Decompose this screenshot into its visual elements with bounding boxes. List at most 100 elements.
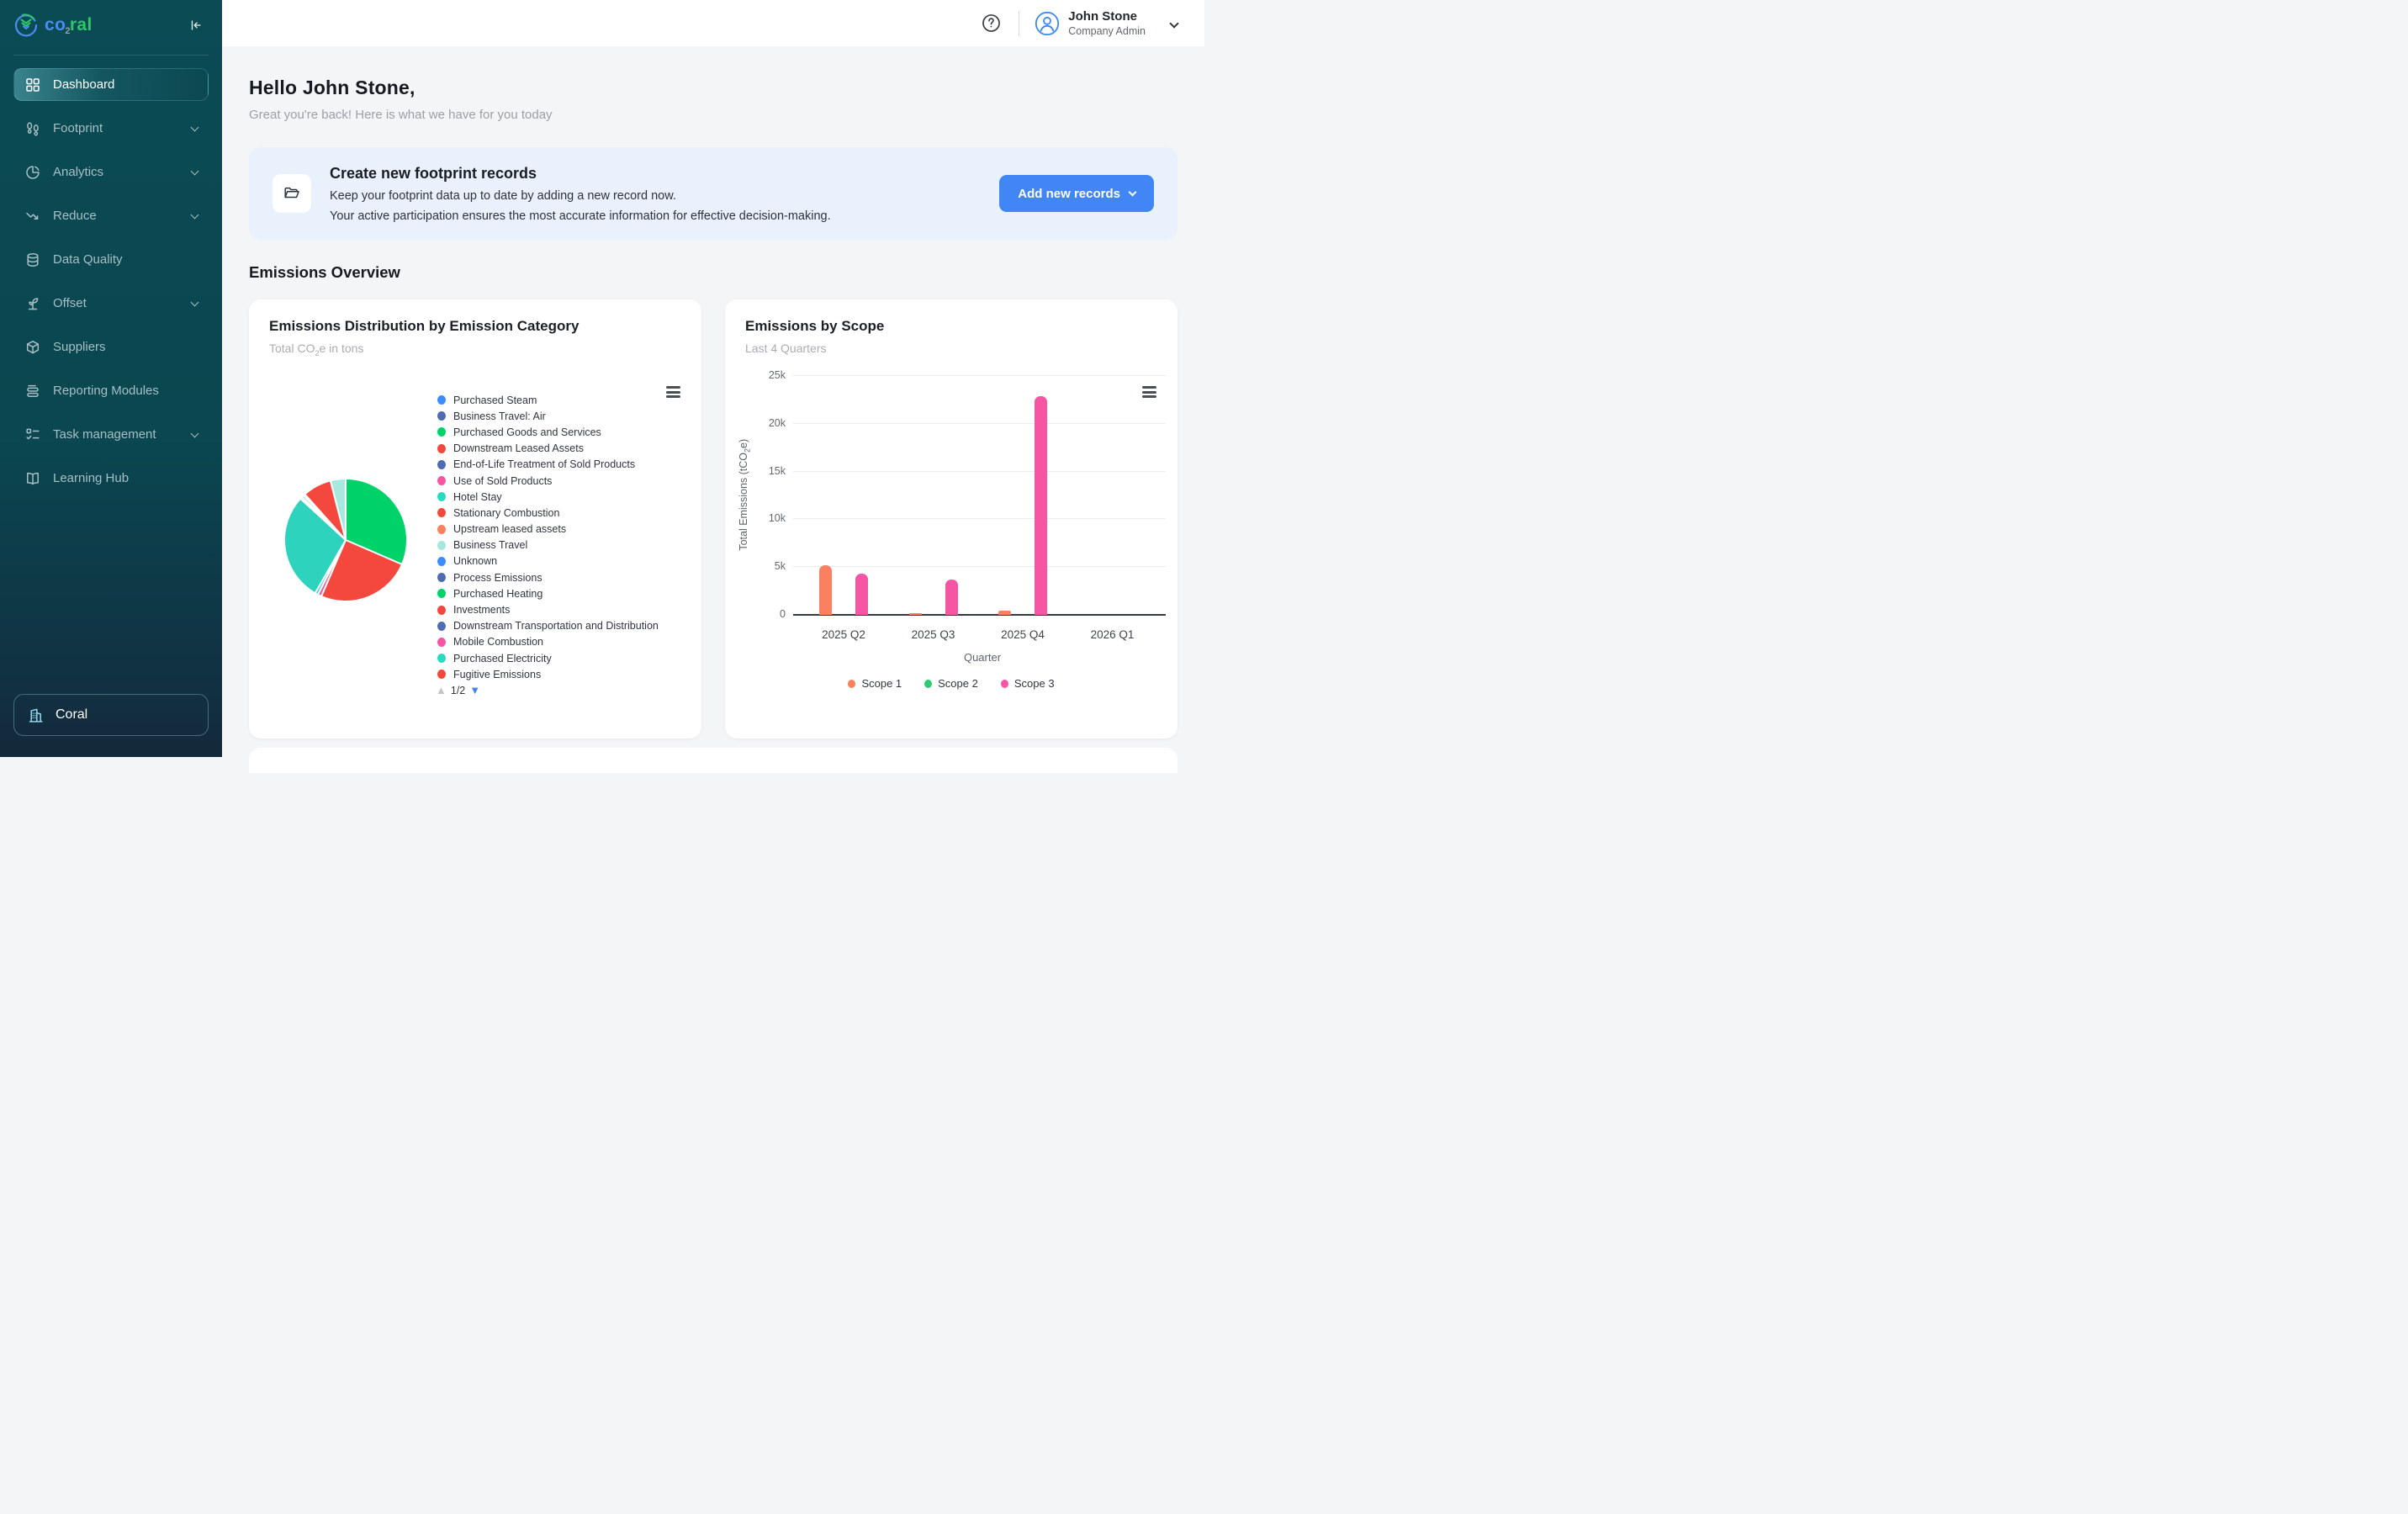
legend-item[interactable]: Downstream Transportation and Distributi…	[437, 618, 659, 634]
page-greeting-subtitle: Great you're back! Here is what we have …	[249, 108, 1178, 122]
hamburger-menu-icon[interactable]	[664, 384, 682, 400]
legend-label: Mobile Combustion	[453, 636, 543, 648]
bar-card-subtitle: Last 4 Quarters	[745, 341, 827, 355]
legend-item-scope-1[interactable]: Scope 1	[848, 677, 902, 690]
next-section-card-peek	[249, 748, 1178, 773]
legend-item[interactable]: Downstream Leased Assets	[437, 441, 659, 457]
legend-item[interactable]: Use of Sold Products	[437, 473, 659, 489]
legend-item[interactable]: End-of-Life Treatment of Sold Products	[437, 457, 659, 473]
legend-label: Business Travel: Air	[453, 410, 546, 422]
collapse-sidebar-icon[interactable]	[187, 16, 205, 34]
banner-icon-box	[273, 174, 311, 213]
sidebar-item-offset[interactable]: Offset	[13, 287, 209, 320]
add-new-records-label: Add new records	[1018, 187, 1120, 201]
legend-dot	[437, 427, 446, 437]
sidebar-item-dashboard[interactable]: Dashboard	[13, 68, 209, 101]
legend-label: Stationary Combustion	[453, 507, 559, 519]
triangle-down-icon[interactable]: ▼	[469, 684, 480, 696]
legend-dot	[437, 573, 446, 582]
user-role: Company Admin	[1068, 25, 1146, 37]
building-icon	[27, 707, 45, 724]
app-logo[interactable]: co2ral	[13, 13, 93, 38]
legend-label: Use of Sold Products	[453, 475, 552, 487]
sidebar-item-task-management[interactable]: Task management	[13, 418, 209, 451]
bar-scope-3-2025-q4	[1035, 396, 1047, 615]
box-icon	[24, 339, 41, 356]
legend-dot	[437, 638, 446, 647]
legend-label: End-of-Life Treatment of Sold Products	[453, 458, 635, 470]
database-icon	[24, 251, 41, 268]
legend-dot	[437, 541, 446, 550]
legend-item[interactable]: Business Travel: Air	[437, 408, 659, 424]
sidebar-item-data-quality[interactable]: Data Quality	[13, 243, 209, 276]
sidebar-item-suppliers[interactable]: Suppliers	[13, 331, 209, 363]
triangle-up-icon[interactable]: ▲	[436, 684, 447, 696]
analytics-icon	[24, 164, 41, 181]
legend-label: Purchased Steam	[453, 394, 537, 406]
chevron-down-icon	[191, 210, 199, 219]
legend-label: Unknown	[453, 555, 497, 567]
bar-scope-1-2025-q2	[819, 565, 832, 615]
sidebar-item-learning-hub[interactable]: Learning Hub	[13, 462, 209, 495]
y-tick-label: 25k	[749, 369, 786, 381]
banner-line-1: Keep your footprint data up to date by a…	[330, 189, 981, 203]
sidebar-item-analytics[interactable]: Analytics	[13, 156, 209, 188]
legend-dot	[437, 395, 446, 405]
legend-item[interactable]: Stationary Combustion	[437, 505, 659, 521]
add-new-records-button[interactable]: Add new records	[999, 175, 1154, 212]
legend-item[interactable]: Business Travel	[437, 537, 659, 553]
section-title: Emissions Overview	[249, 263, 1178, 282]
help-icon[interactable]	[981, 13, 1002, 34]
reduce-icon	[24, 208, 41, 225]
chevron-down-icon	[191, 298, 199, 306]
chevron-down-icon	[191, 167, 199, 175]
sidebar-item-label: Reduce	[53, 209, 97, 223]
legend-item[interactable]: Mobile Combustion	[437, 634, 659, 650]
user-meta[interactable]: John Stone Company Admin	[1068, 9, 1146, 38]
sidebar-item-footprint[interactable]: Footprint	[13, 112, 209, 145]
legend-label: Purchased Heating	[453, 588, 542, 600]
banner-line-2: Your active participation ensures the mo…	[330, 209, 981, 223]
chevron-down-icon	[191, 429, 199, 437]
legend-item[interactable]: Hotel Stay	[437, 489, 659, 505]
legend-item[interactable]: Purchased Steam	[437, 392, 659, 408]
chevron-down-icon[interactable]	[1167, 13, 1181, 33]
legend-item-scope-2[interactable]: Scope 2	[924, 677, 978, 690]
sidebar-divider	[13, 55, 209, 56]
legend-item[interactable]: Purchased Goods and Services	[437, 424, 659, 440]
logo-text: co2ral	[45, 15, 93, 36]
legend-label: Scope 3	[1014, 677, 1055, 690]
legend-item[interactable]: Purchased Heating	[437, 585, 659, 601]
legend-dot	[437, 589, 446, 598]
hamburger-menu-icon[interactable]	[1140, 384, 1158, 400]
sidebar-item-reporting-modules[interactable]: Reporting Modules	[13, 374, 209, 407]
legend-dot	[437, 557, 446, 566]
sidebar-item-reduce[interactable]: Reduce	[13, 199, 209, 232]
x-tick-label: 2026 Q1	[1072, 628, 1153, 641]
legend-page-indicator: 1/2	[451, 685, 465, 696]
sidebar-item-label: Data Quality	[53, 252, 123, 267]
legend-item[interactable]: Process Emissions	[437, 569, 659, 585]
legend-item[interactable]: Fugitive Emissions	[437, 666, 659, 682]
tasks-icon	[24, 426, 41, 443]
legend-dot	[437, 622, 446, 631]
legend-dot	[437, 670, 446, 679]
legend-item[interactable]: Upstream leased assets	[437, 521, 659, 537]
user-avatar-icon[interactable]	[1035, 11, 1060, 36]
legend-item[interactable]: Investments	[437, 601, 659, 617]
legend-item[interactable]: Unknown	[437, 553, 659, 569]
user-name: John Stone	[1068, 9, 1146, 24]
company-switcher-button[interactable]: Coral	[13, 694, 209, 736]
legend-label: Upstream leased assets	[453, 523, 566, 535]
legend-item-scope-3[interactable]: Scope 3	[1001, 677, 1055, 690]
y-tick-label: 10k	[749, 512, 786, 524]
bar-scope-1-2025-q4	[998, 611, 1011, 615]
y-tick-label: 0	[749, 608, 786, 620]
legend-label: Business Travel	[453, 539, 527, 551]
legend-item[interactable]: Purchased Electricity	[437, 650, 659, 666]
sidebar-nav: Dashboard Footprint Analytics Reduce Data Qu…	[0, 68, 222, 495]
legend-label: Fugitive Emissions	[453, 669, 541, 680]
legend-dot	[437, 606, 446, 615]
emissions-by-scope-card: Emissions by Scope Last 4 Quarters Total…	[725, 299, 1178, 738]
report-icon	[24, 383, 41, 400]
